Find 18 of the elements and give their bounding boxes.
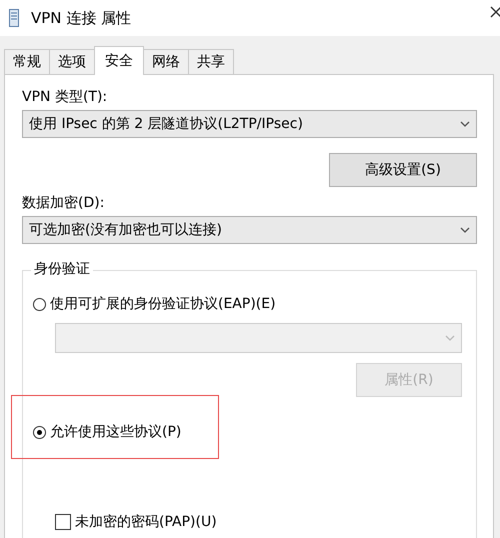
encryption-dropdown[interactable]: 可选加密(没有加密也可以连接)	[22, 216, 477, 244]
tab[interactable]: 共享	[188, 49, 234, 74]
chevron-down-icon	[445, 335, 455, 341]
radio-option[interactable]: 使用可扩展的身份验证协议(EAP)(E)	[33, 295, 276, 313]
radio-option[interactable]: 允许使用这些协议(P)	[33, 423, 182, 441]
server-icon	[9, 9, 19, 27]
field-label: VPN 类型(T):	[22, 88, 108, 107]
group-legend: 身份验证	[31, 260, 93, 278]
chevron-down-icon	[460, 227, 470, 233]
close-icon[interactable]	[490, 6, 500, 18]
checkbox-option[interactable]: 未加密的密码(PAP)(U)	[55, 513, 217, 531]
window-title: VPN 连接 属性	[31, 8, 132, 28]
tab[interactable]: 常规	[4, 49, 50, 74]
chevron-down-icon	[460, 121, 470, 127]
field-label: 数据加密(D):	[22, 194, 106, 213]
advanced-settings-button[interactable]: 高级设置(S)	[329, 153, 477, 187]
vpn-type-dropdown[interactable]: 使用 IPsec 的第 2 层隧道协议(L2TP/IPsec)	[22, 110, 477, 138]
tab[interactable]: 安全	[94, 46, 144, 75]
